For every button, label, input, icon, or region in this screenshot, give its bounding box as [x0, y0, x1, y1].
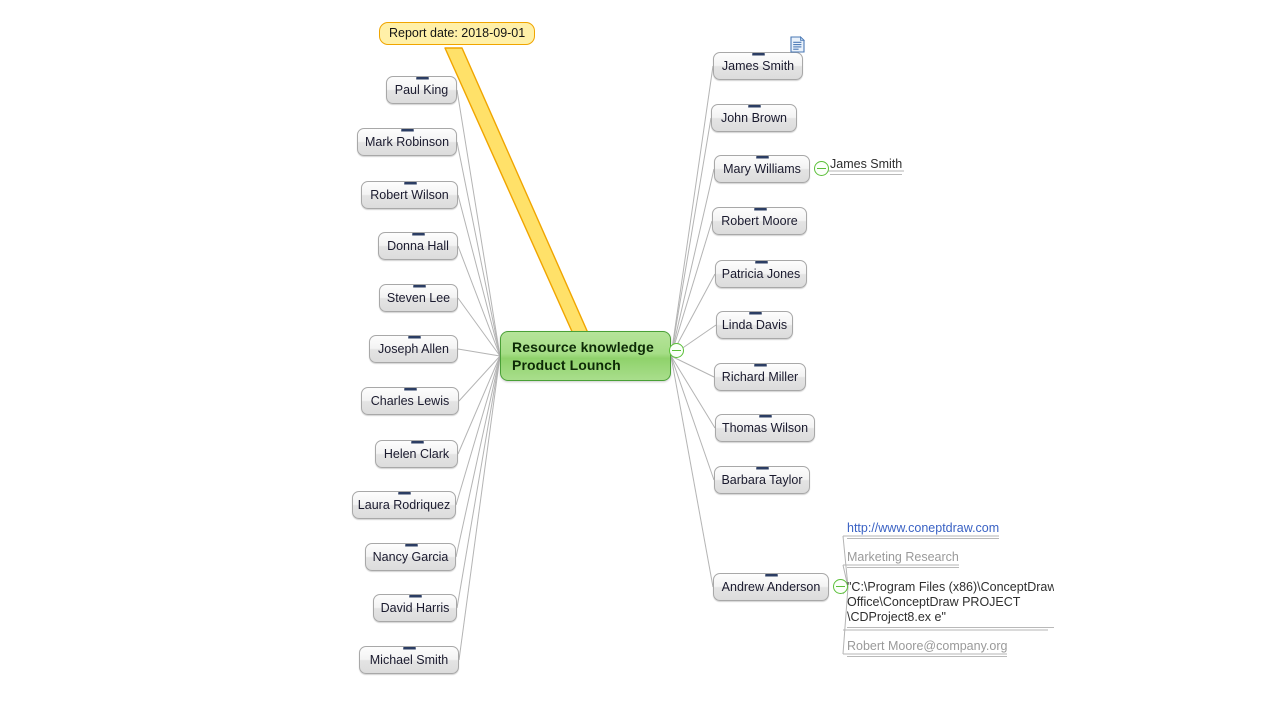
person-node-label: Laura Rodriquez — [357, 498, 451, 512]
person-node-label: Mark Robinson — [364, 135, 450, 149]
person-node-nancy-garcia[interactable]: Nancy Garcia — [365, 543, 456, 571]
person-node-label: James Smith — [721, 59, 795, 73]
person-node-label: Donna Hall — [387, 239, 449, 253]
person-icon — [407, 595, 424, 598]
person-node-label: Mary Williams — [723, 162, 801, 176]
sub-item-file-path[interactable]: "C:\Program Files (x86)\ConceptDraw Offic… — [847, 580, 1054, 628]
sub-item-text-1[interactable]: Marketing Research — [847, 550, 959, 568]
person-icon — [410, 233, 427, 236]
person-icon — [754, 156, 771, 159]
person-node-thomas-wilson[interactable]: Thomas Wilson — [715, 414, 815, 442]
person-node-label: Patricia Jones — [721, 267, 801, 281]
central-topic-node[interactable]: Resource knowledge Product Lounch — [500, 331, 671, 381]
person-icon — [752, 208, 769, 211]
person-icon — [399, 129, 416, 132]
person-node-donna-hall[interactable]: Donna Hall — [378, 232, 458, 260]
person-icon — [753, 261, 770, 264]
person-icon — [402, 182, 419, 185]
person-icon — [750, 53, 767, 56]
person-node-mary-williams[interactable]: Mary Williams — [714, 155, 810, 183]
person-node-label: Joseph Allen — [378, 342, 449, 356]
person-node-joseph-allen[interactable]: Joseph Allen — [369, 335, 458, 363]
person-icon — [746, 105, 763, 108]
person-node-label: Robert Wilson — [370, 188, 449, 202]
person-node-label: Michael Smith — [369, 653, 449, 667]
person-node-andrew-anderson[interactable]: Andrew Anderson — [713, 573, 829, 601]
person-node-charles-lewis[interactable]: Charles Lewis — [361, 387, 459, 415]
person-icon — [403, 544, 420, 547]
note-document-icon[interactable] — [790, 36, 805, 53]
person-node-david-harris[interactable]: David Harris — [373, 594, 457, 622]
person-icon — [757, 415, 774, 418]
report-date-callout: Report date: 2018-09-01 — [379, 22, 536, 45]
central-topic-line1: Resource knowledge — [512, 339, 654, 355]
sub-item-file-path-line: \CDProject8.ex e" — [847, 610, 946, 624]
person-node-steven-lee[interactable]: Steven Lee — [379, 284, 458, 312]
person-node-label: Robert Moore — [721, 214, 798, 228]
person-node-label: John Brown — [720, 111, 787, 125]
collapse-minus-icon-center[interactable] — [669, 343, 684, 358]
mind-map-canvas: Report date: 2018-09-01 Resource knowled… — [0, 0, 1280, 720]
person-node-mark-robinson[interactable]: Mark Robinson — [357, 128, 457, 156]
person-icon — [414, 77, 431, 80]
person-node-label: Charles Lewis — [370, 394, 450, 408]
person-node-label: Steven Lee — [386, 291, 451, 305]
person-node-paul-king[interactable]: Paul King — [386, 76, 457, 104]
person-icon — [752, 364, 769, 367]
person-node-michael-smith[interactable]: Michael Smith — [359, 646, 459, 674]
person-node-helen-clark[interactable]: Helen Clark — [375, 440, 458, 468]
person-icon — [401, 647, 418, 650]
central-topic-line2: Product Lounch — [512, 357, 621, 373]
person-node-label: Helen Clark — [383, 447, 450, 461]
person-node-richard-miller[interactable]: Richard Miller — [714, 363, 806, 391]
sub-item-text-3[interactable]: Robert Moore@company.org — [847, 639, 1008, 657]
person-node-label: Barbara Taylor — [721, 473, 803, 487]
person-icon — [411, 285, 428, 288]
person-node-label: Nancy Garcia — [372, 550, 449, 564]
callout-tail — [444, 47, 589, 337]
person-node-laura-rodriquez[interactable]: Laura Rodriquez — [352, 491, 456, 519]
person-node-robert-wilson[interactable]: Robert Wilson — [361, 181, 458, 209]
person-icon — [402, 388, 419, 391]
person-icon — [396, 492, 413, 495]
person-node-barbara-taylor[interactable]: Barbara Taylor — [714, 466, 810, 494]
person-node-label: Paul King — [394, 83, 449, 97]
person-node-label: Andrew Anderson — [721, 580, 821, 594]
person-icon — [747, 312, 764, 315]
person-icon — [763, 574, 780, 577]
sub-item-file-path-line: "C:\Program Files (x86)\ConceptDraw — [847, 580, 1054, 594]
sub-item-mary-williams-child[interactable]: James Smith — [830, 157, 903, 175]
person-node-james-smith[interactable]: James Smith — [713, 52, 803, 80]
person-icon — [406, 336, 423, 339]
person-node-robert-moore[interactable]: Robert Moore — [712, 207, 807, 235]
sub-item-hyperlink[interactable]: http://www.coneptdraw.com — [847, 521, 1000, 539]
person-node-patricia-jones[interactable]: Patricia Jones — [715, 260, 807, 288]
person-node-john-brown[interactable]: John Brown — [711, 104, 797, 132]
person-node-label: Linda Davis — [721, 318, 788, 332]
person-node-label: Richard Miller — [721, 370, 799, 384]
person-icon — [409, 441, 426, 444]
person-node-label: Thomas Wilson — [721, 421, 809, 435]
collapse-minus-icon[interactable] — [814, 161, 829, 176]
person-node-linda-davis[interactable]: Linda Davis — [716, 311, 793, 339]
person-icon — [754, 467, 771, 470]
collapse-minus-icon[interactable] — [833, 579, 848, 594]
sub-item-file-path-line: Office\ConceptDraw PROJECT — [847, 595, 1021, 609]
report-date-text: Report date: 2018-09-01 — [389, 26, 526, 40]
person-node-label: David Harris — [380, 601, 450, 615]
